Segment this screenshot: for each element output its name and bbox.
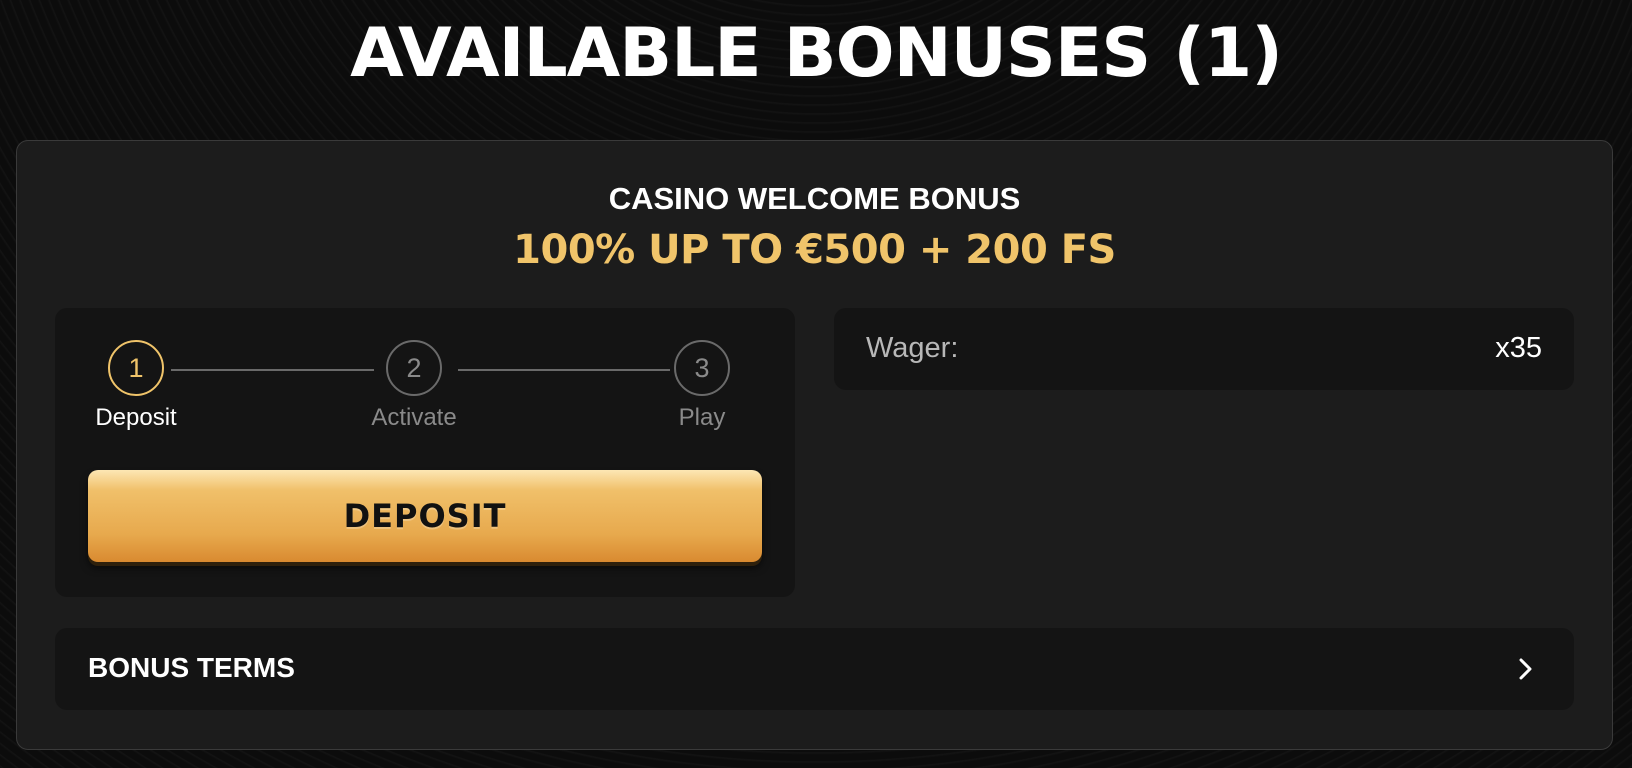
bonuses-page: AVAILABLE BONUSES (1) CASINO WELCOME BON… xyxy=(0,0,1632,768)
step-connector xyxy=(458,369,670,371)
chevron-right-icon xyxy=(1512,656,1538,682)
step-number: 3 xyxy=(674,340,730,396)
steps-panel: 1 Deposit 2 Activate 3 Play DEPOSIT xyxy=(55,308,795,597)
step-label: Deposit xyxy=(95,404,177,431)
step-deposit: 1 Deposit xyxy=(76,340,196,432)
wager-panel: Wager: x35 xyxy=(834,308,1574,390)
bonus-card: CASINO WELCOME BONUS 100% UP TO €500 + 2… xyxy=(16,140,1613,750)
step-connector xyxy=(171,369,374,371)
step-label: Play xyxy=(678,404,726,431)
step-number: 2 xyxy=(386,340,442,396)
bonus-terms-toggle[interactable]: BONUS TERMS xyxy=(55,628,1574,710)
step-number: 1 xyxy=(108,340,164,396)
page-title: AVAILABLE BONUSES (1) xyxy=(350,14,1283,93)
bonus-terms-label: BONUS TERMS xyxy=(88,652,295,683)
bonus-name: CASINO WELCOME BONUS xyxy=(608,181,1021,216)
wager-value: x35 xyxy=(1495,332,1542,364)
wager-label: Wager: xyxy=(866,332,959,364)
step-play: 3 Play xyxy=(642,340,762,432)
step-activate: 2 Activate xyxy=(354,340,474,432)
deposit-button[interactable]: DEPOSIT xyxy=(88,470,762,562)
step-label: Activate xyxy=(371,404,457,431)
bonus-offer: 100% UP TO €500 + 200 FS xyxy=(513,227,1116,273)
